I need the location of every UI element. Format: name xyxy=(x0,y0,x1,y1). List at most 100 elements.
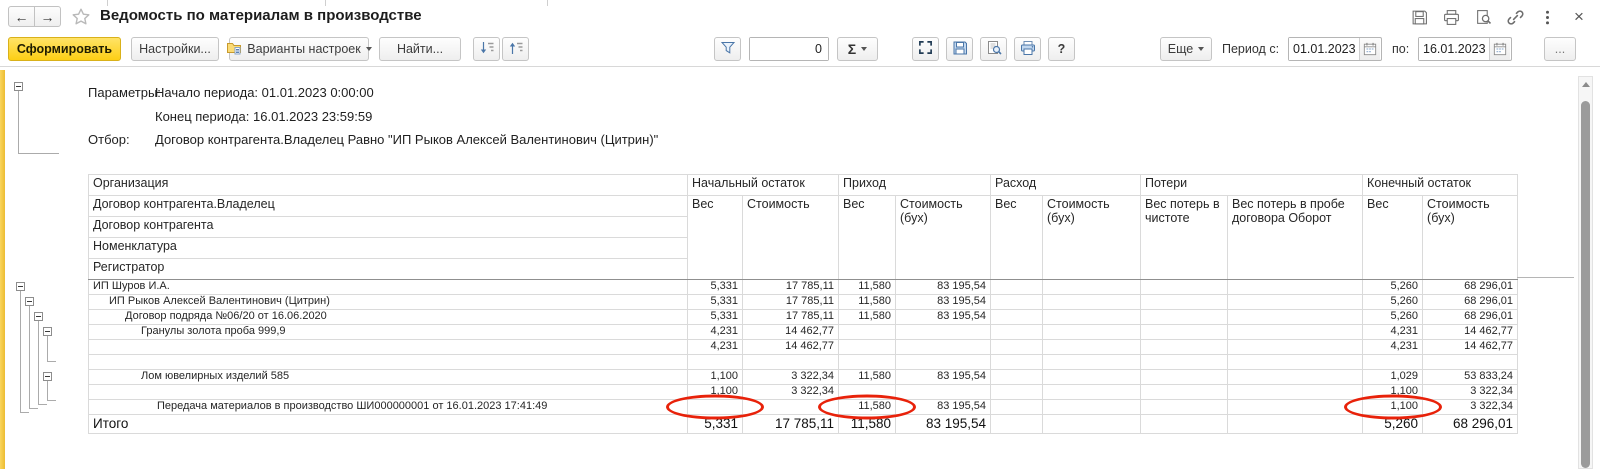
value-cell[interactable]: 5,331 xyxy=(688,414,743,433)
value-cell[interactable]: 5,260 xyxy=(1363,309,1423,324)
value-cell[interactable] xyxy=(1228,324,1363,339)
value-cell[interactable] xyxy=(839,339,896,354)
value-cell[interactable]: 17 785,11 xyxy=(743,294,839,309)
value-cell[interactable] xyxy=(839,384,896,399)
value-cell[interactable]: 14 462,77 xyxy=(1423,339,1518,354)
value-cell[interactable] xyxy=(896,384,991,399)
value-cell[interactable]: 4,231 xyxy=(1363,339,1423,354)
value-cell[interactable]: 14 462,77 xyxy=(743,324,839,339)
value-cell[interactable]: 11,580 xyxy=(839,309,896,324)
vertical-scrollbar[interactable] xyxy=(1578,76,1593,469)
row-label-cell[interactable]: Договор подряда №06/20 от 16.06.2020 xyxy=(89,309,688,324)
value-cell[interactable] xyxy=(991,369,1043,384)
value-cell[interactable] xyxy=(1141,369,1228,384)
value-cell[interactable]: 83 195,54 xyxy=(896,309,991,324)
value-cell[interactable] xyxy=(839,324,896,339)
tree-expander[interactable] xyxy=(14,82,23,91)
tree-expander[interactable] xyxy=(16,282,25,291)
value-cell[interactable]: 1,029 xyxy=(1363,369,1423,384)
value-cell[interactable]: 83 195,54 xyxy=(896,414,991,433)
value-cell[interactable] xyxy=(1228,384,1363,399)
value-cell[interactable] xyxy=(1043,399,1141,414)
row-label-cell[interactable]: Лом ювелирных изделий 585 xyxy=(89,369,688,384)
scrollbar-thumb[interactable] xyxy=(1581,101,1590,468)
value-cell[interactable] xyxy=(991,309,1043,324)
autosum-field[interactable] xyxy=(749,37,829,61)
value-cell[interactable]: 3 322,34 xyxy=(743,369,839,384)
value-cell[interactable]: 11,580 xyxy=(839,399,896,414)
collapse-groups-button[interactable] xyxy=(502,37,529,61)
print-preview-icon[interactable] xyxy=(1474,8,1492,26)
tree-expander[interactable] xyxy=(34,312,43,321)
row-label-cell[interactable]: Гранулы золота проба 999,9 xyxy=(89,324,688,339)
value-cell[interactable]: 14 462,77 xyxy=(1423,324,1518,339)
row-label-cell[interactable]: ИП Рыков Алексей Валентинович (Цитрин) xyxy=(89,294,688,309)
value-cell[interactable] xyxy=(1043,354,1141,369)
period-more-button[interactable]: ... xyxy=(1544,37,1576,61)
value-cell[interactable]: 83 195,54 xyxy=(896,294,991,309)
calendar-icon[interactable] xyxy=(1489,38,1510,60)
close-icon[interactable]: × xyxy=(1570,8,1588,26)
value-cell[interactable] xyxy=(839,354,896,369)
value-cell[interactable]: 1,100 xyxy=(688,369,743,384)
value-cell[interactable] xyxy=(688,399,743,414)
value-cell[interactable]: 17 785,11 xyxy=(743,309,839,324)
value-cell[interactable] xyxy=(991,294,1043,309)
row-label-cell[interactable]: ИП Шуров И.А. xyxy=(89,279,688,294)
tree-expander[interactable] xyxy=(43,327,52,336)
value-cell[interactable]: 11,580 xyxy=(839,279,896,294)
report-variants-button[interactable]: Варианты настроек xyxy=(229,37,369,61)
filter-button[interactable] xyxy=(714,37,741,61)
value-cell[interactable]: 1,100 xyxy=(1363,399,1423,414)
period-to-field[interactable] xyxy=(1418,37,1512,61)
period-from-field[interactable] xyxy=(1288,37,1382,61)
value-cell[interactable]: 83 195,54 xyxy=(896,279,991,294)
value-cell[interactable] xyxy=(1043,339,1141,354)
value-cell[interactable] xyxy=(1141,354,1228,369)
value-cell[interactable]: 11,580 xyxy=(839,414,896,433)
value-cell[interactable]: 68 296,01 xyxy=(1423,414,1518,433)
value-cell[interactable] xyxy=(688,354,743,369)
save-result-button[interactable] xyxy=(946,37,973,61)
value-cell[interactable]: 3 322,34 xyxy=(1423,399,1518,414)
value-cell[interactable] xyxy=(991,279,1043,294)
value-cell[interactable]: 83 195,54 xyxy=(896,369,991,384)
row-label-cell[interactable] xyxy=(89,354,688,369)
print-icon[interactable] xyxy=(1442,8,1460,26)
value-cell[interactable] xyxy=(1141,339,1228,354)
value-cell[interactable] xyxy=(1043,279,1141,294)
forward-button[interactable]: → xyxy=(34,6,61,27)
value-cell[interactable]: 5,331 xyxy=(688,294,743,309)
period-from-input[interactable] xyxy=(1289,38,1359,60)
value-cell[interactable] xyxy=(1228,309,1363,324)
value-cell[interactable] xyxy=(1141,279,1228,294)
value-cell[interactable] xyxy=(1043,294,1141,309)
sum-button[interactable]: Σ xyxy=(837,37,878,61)
value-cell[interactable] xyxy=(991,339,1043,354)
favorite-star-icon[interactable] xyxy=(71,7,91,27)
value-cell[interactable] xyxy=(991,384,1043,399)
value-cell[interactable] xyxy=(991,354,1043,369)
period-to-input[interactable] xyxy=(1419,38,1489,60)
value-cell[interactable] xyxy=(1043,309,1141,324)
value-cell[interactable] xyxy=(1228,399,1363,414)
value-cell[interactable]: 5,331 xyxy=(688,309,743,324)
value-cell[interactable]: 68 296,01 xyxy=(1423,309,1518,324)
row-label-cell[interactable]: Итого xyxy=(89,414,688,433)
row-label-cell[interactable]: Передача материалов в производство ШИ000… xyxy=(89,399,688,414)
fullscreen-button[interactable] xyxy=(912,37,939,61)
help-button[interactable]: ? xyxy=(1048,37,1075,61)
back-button[interactable]: ← xyxy=(8,6,35,27)
find-button[interactable]: Найти... xyxy=(379,37,461,61)
value-cell[interactable] xyxy=(1043,369,1141,384)
value-cell[interactable] xyxy=(1363,354,1423,369)
value-cell[interactable] xyxy=(1228,354,1363,369)
more-menu-icon[interactable] xyxy=(1538,8,1556,26)
value-cell[interactable]: 5,260 xyxy=(1363,414,1423,433)
value-cell[interactable] xyxy=(1141,399,1228,414)
value-cell[interactable] xyxy=(1228,294,1363,309)
scroll-up-icon[interactable] xyxy=(1582,82,1590,87)
value-cell[interactable]: 17 785,11 xyxy=(743,414,839,433)
tree-expander[interactable] xyxy=(43,372,52,381)
value-cell[interactable] xyxy=(1141,414,1228,433)
